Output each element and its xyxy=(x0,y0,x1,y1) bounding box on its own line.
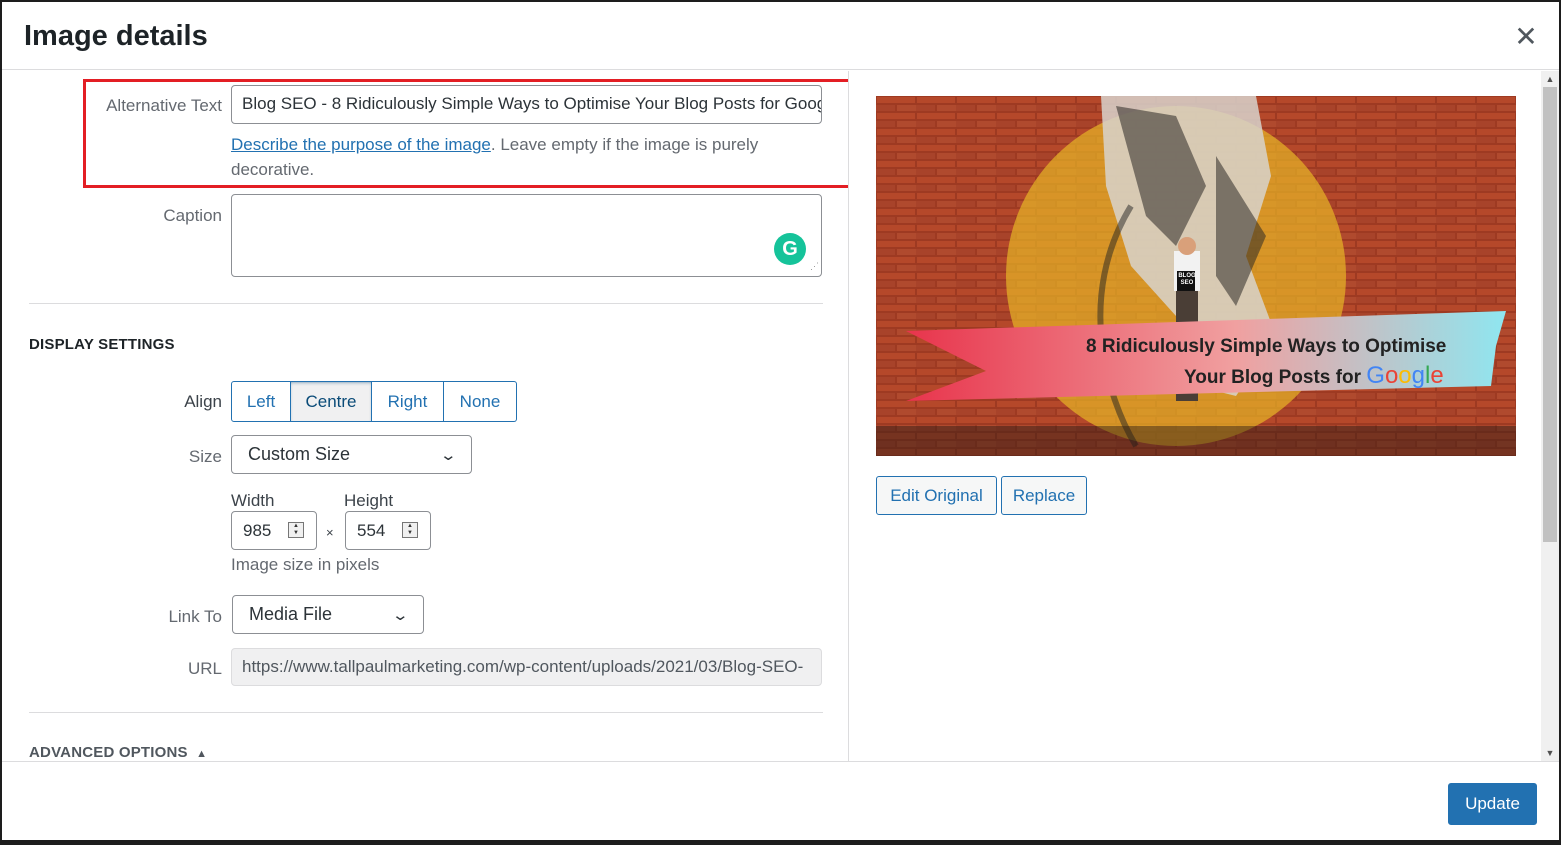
align-label: Align xyxy=(184,392,222,411)
divider xyxy=(29,303,823,304)
chevron-down-icon: ⌄ xyxy=(391,606,410,624)
close-icon[interactable]: ✕ xyxy=(1511,22,1541,52)
modal-header: Image details ✕ xyxy=(2,2,1559,70)
caption-textarea[interactable] xyxy=(231,194,822,277)
height-value: 554 xyxy=(357,520,386,540)
scroll-down-icon[interactable]: ▼ xyxy=(1541,745,1559,761)
scroll-thumb[interactable] xyxy=(1543,87,1557,542)
link-to-value: Media File xyxy=(249,604,333,624)
caption-label: Caption xyxy=(163,206,222,225)
google-letter: o xyxy=(1398,362,1412,389)
advanced-options-toggle[interactable]: ADVANCED OPTIONS ▲ xyxy=(29,744,207,761)
align-none-button[interactable]: None xyxy=(444,381,517,422)
google-letter: G xyxy=(1366,362,1385,389)
url-label: URL xyxy=(187,659,222,678)
grammarly-icon[interactable]: G xyxy=(774,233,806,265)
width-value: 985 xyxy=(243,520,272,540)
divider xyxy=(29,712,823,713)
sign-text: BLOG SEO xyxy=(1178,273,1196,286)
height-spinner-icon[interactable]: ▲ ▼ xyxy=(402,522,418,538)
image-size-help: Image size in pixels xyxy=(231,555,380,574)
modal-footer: Update xyxy=(2,761,1559,840)
link-to-label: Link To xyxy=(168,607,222,626)
width-input[interactable]: 985 ▲ ▼ xyxy=(231,511,317,550)
google-letter: o xyxy=(1384,362,1399,389)
describe-purpose-link[interactable]: Describe the purpose of the image xyxy=(231,135,491,154)
width-label: Width xyxy=(231,491,275,510)
preview-headline-2: Your Blog Posts for Google xyxy=(1184,362,1444,390)
google-letter: e xyxy=(1430,362,1444,389)
align-button-group: Left Centre Right None xyxy=(231,381,517,422)
align-right-button[interactable]: Right xyxy=(372,381,444,422)
modal-title: Image details xyxy=(24,20,208,52)
display-settings-title: DISPLAY SETTINGS xyxy=(29,336,175,353)
alt-text-label: Alternative Text xyxy=(106,96,222,115)
update-button[interactable]: Update xyxy=(1448,783,1537,825)
edit-original-button[interactable]: Edit Original xyxy=(876,476,997,515)
settings-pane: Alternative Text Blog SEO - 8 Ridiculous… xyxy=(2,71,848,761)
size-select[interactable]: Custom Size ⌄ xyxy=(231,435,472,474)
google-letter: g xyxy=(1411,362,1426,389)
replace-button[interactable]: Replace xyxy=(1001,476,1087,515)
align-left-button[interactable]: Left xyxy=(231,381,291,422)
preview-headline-2-text: Your Blog Posts for xyxy=(1184,367,1361,388)
height-label: Height xyxy=(344,491,394,510)
times-sign: × xyxy=(326,525,334,540)
link-to-select[interactable]: Media File ⌄ xyxy=(232,595,424,634)
size-select-value: Custom Size xyxy=(248,444,351,464)
triangle-up-icon: ▲ xyxy=(196,748,208,760)
scroll-up-icon[interactable]: ▲ xyxy=(1541,71,1559,87)
chevron-down-icon: ⌄ xyxy=(439,446,458,464)
align-centre-button[interactable]: Centre xyxy=(291,381,372,422)
height-input[interactable]: 554 ▲ ▼ xyxy=(345,511,431,550)
alt-text-input[interactable]: Blog SEO - 8 Ridiculously Simple Ways to… xyxy=(231,85,822,124)
image-preview: BLOG SEO 8 Ridiculously Simple Ways to O… xyxy=(876,96,1516,456)
advanced-options-title: ADVANCED OPTIONS xyxy=(29,744,188,761)
url-input[interactable]: https://www.tallpaulmarketing.com/wp-con… xyxy=(231,648,822,686)
width-spinner-icon[interactable]: ▲ ▼ xyxy=(288,522,304,538)
scrollbar[interactable]: ▲ ▼ xyxy=(1541,71,1559,761)
preview-headline-1: 8 Ridiculously Simple Ways to Optimise xyxy=(1086,336,1447,357)
preview-pane: BLOG SEO 8 Ridiculously Simple Ways to O… xyxy=(848,71,1540,761)
google-logo: Google xyxy=(1366,362,1443,389)
image-details-modal: Image details ✕ Alternative Text Blog SE… xyxy=(2,2,1559,840)
resize-grip-icon[interactable]: ⋰ xyxy=(810,261,819,272)
size-label: Size xyxy=(188,447,222,466)
alt-text-help: Describe the purpose of the image. Leave… xyxy=(231,132,791,182)
